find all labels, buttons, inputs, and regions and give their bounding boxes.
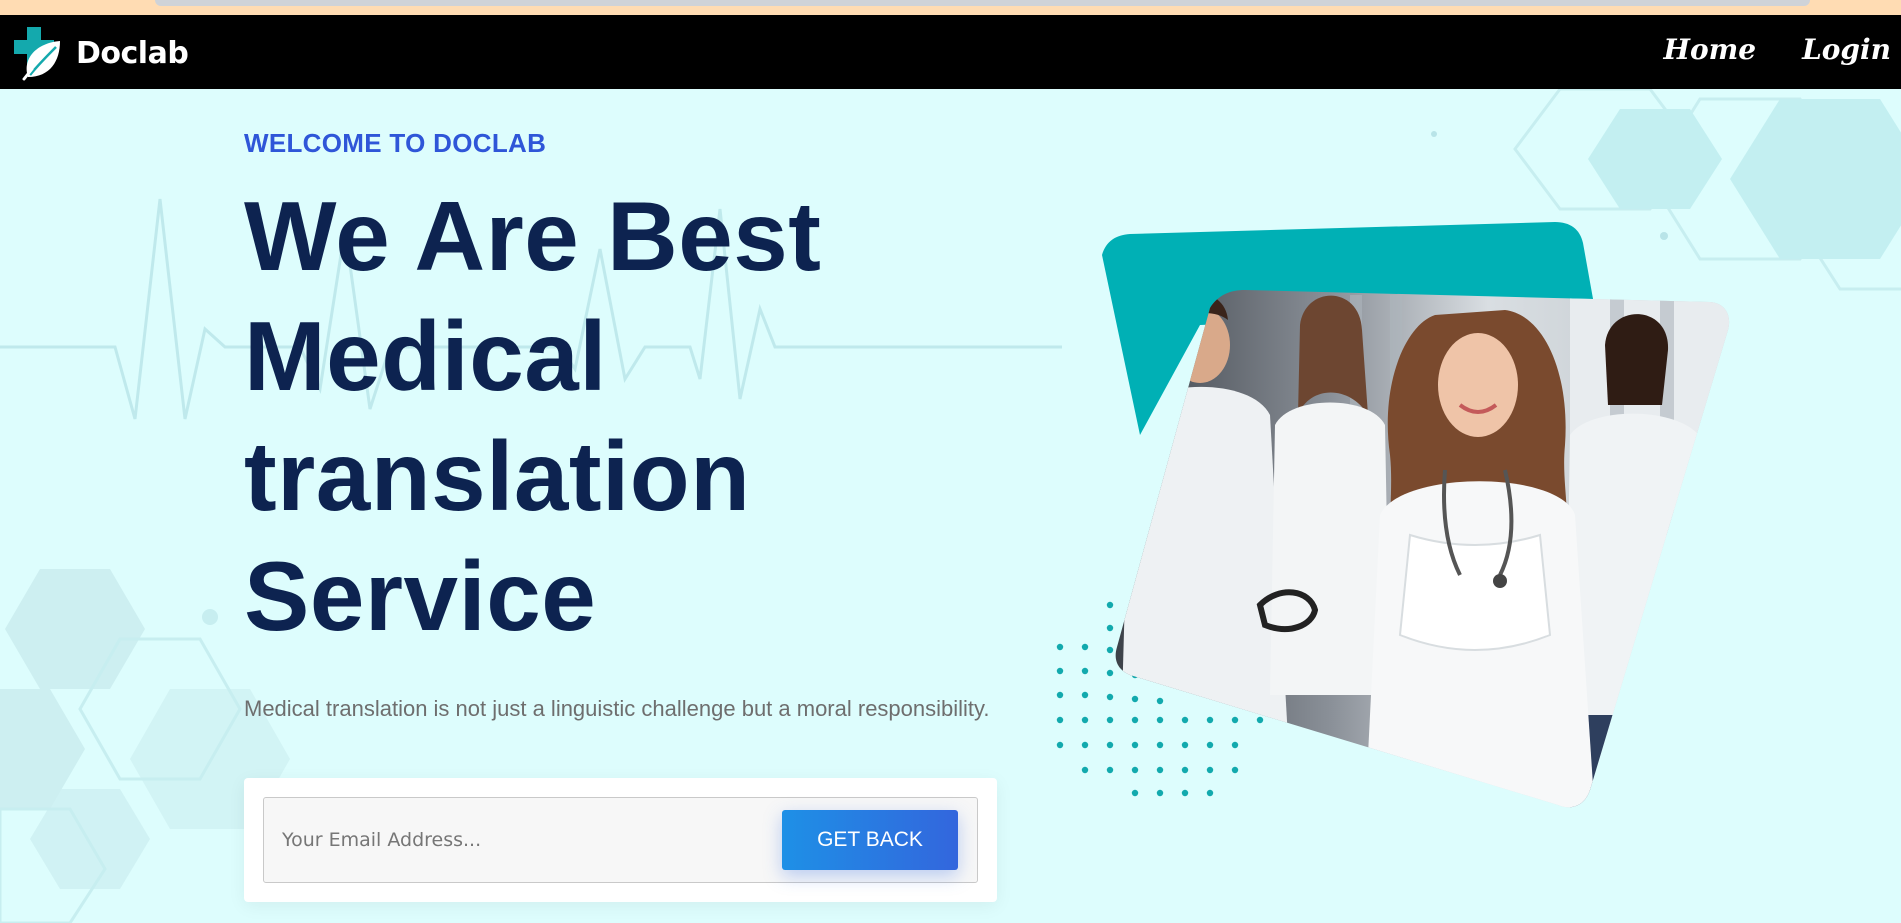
browser-top-strip (0, 0, 1901, 15)
welcome-eyebrow: WELCOME TO DOCLAB (244, 128, 547, 158)
doctors-photo (1115, 290, 1730, 808)
hero-image (1056, 222, 1730, 808)
nav-login-link[interactable]: Login (1802, 33, 1891, 66)
email-form: GET BACK (263, 797, 978, 883)
hero-subtext: Medical translation is not just a lingui… (244, 696, 990, 721)
medical-cross-leaf-icon (14, 27, 60, 81)
nav-home-link[interactable]: Home (1663, 33, 1756, 66)
get-back-button[interactable]: GET BACK (782, 810, 958, 870)
email-input[interactable] (264, 798, 784, 882)
browser-top-pill (155, 0, 1810, 6)
headline-line-1: We Are Best (244, 181, 822, 291)
hero-headline: We Are Best Medical translation Service (244, 176, 1064, 656)
email-form-card: GET BACK (244, 778, 997, 902)
headline-line-3: translation (244, 421, 751, 531)
brand-name: Doclab (76, 35, 189, 71)
nav-links: Home Login (1663, 33, 1891, 66)
navbar: Doclab Home Login (0, 15, 1901, 89)
headline-line-2: Medical (244, 301, 607, 411)
hero-image-area (1050, 215, 1740, 815)
headline-line-4: Service (244, 541, 597, 651)
brand-logo[interactable]: Doclab (12, 25, 189, 81)
